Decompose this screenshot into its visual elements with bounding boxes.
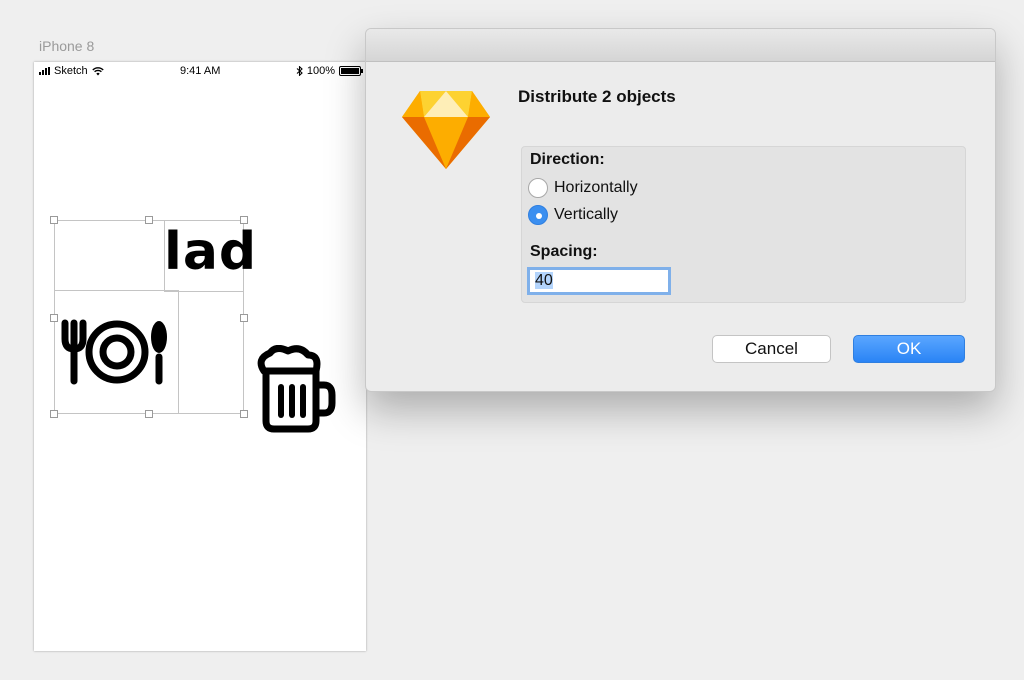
carrier-label: Sketch: [54, 65, 88, 77]
status-time: 9:41 AM: [180, 65, 221, 77]
resize-handle[interactable]: [240, 314, 248, 322]
resize-handle[interactable]: [240, 216, 248, 224]
battery-percent: 100%: [306, 65, 335, 77]
resize-handle[interactable]: [145, 216, 153, 224]
spacing-input[interactable]: 40: [527, 267, 671, 295]
radio-button[interactable]: [528, 178, 548, 198]
bluetooth-icon: [296, 66, 303, 76]
spacing-label: Spacing:: [530, 243, 598, 260]
resize-handle[interactable]: [50, 410, 58, 418]
battery-icon: [339, 66, 363, 76]
beer-mug-icon[interactable]: [254, 345, 336, 435]
dialog-title: Distribute 2 objects: [518, 87, 676, 106]
radio-label: Vertically: [554, 206, 619, 223]
resize-handle[interactable]: [50, 314, 58, 322]
text-layer-lad[interactable]: lad: [164, 222, 257, 282]
cancel-button[interactable]: Cancel: [712, 335, 831, 363]
radio-horizontally[interactable]: Horizontally: [528, 178, 638, 198]
distribute-dialog: Distribute 2 objects Direction: Horizont…: [365, 28, 996, 392]
wifi-icon: [91, 66, 104, 75]
ok-button[interactable]: OK: [853, 335, 965, 363]
status-bar: Sketch 9:41 AM 100%: [34, 62, 366, 82]
sketch-diamond-icon: [402, 91, 490, 169]
signal-icon: [39, 67, 50, 75]
resize-handle[interactable]: [240, 410, 248, 418]
radio-label: Horizontally: [554, 179, 638, 196]
radio-vertically[interactable]: Vertically: [528, 205, 618, 225]
radio-button-selected[interactable]: [528, 205, 548, 225]
resize-handle[interactable]: [50, 216, 58, 224]
restaurant-icon[interactable]: [60, 317, 174, 387]
dialog-titlebar[interactable]: [366, 29, 995, 62]
artboard-name[interactable]: iPhone 8: [39, 38, 94, 54]
artboard-iphone[interactable]: Sketch 9:41 AM 100% lad: [34, 62, 366, 651]
spacing-value: 40: [535, 272, 553, 289]
resize-handle[interactable]: [145, 410, 153, 418]
direction-label: Direction:: [530, 151, 605, 168]
options-group: Direction: Horizontally Vertically Spaci…: [521, 146, 966, 303]
